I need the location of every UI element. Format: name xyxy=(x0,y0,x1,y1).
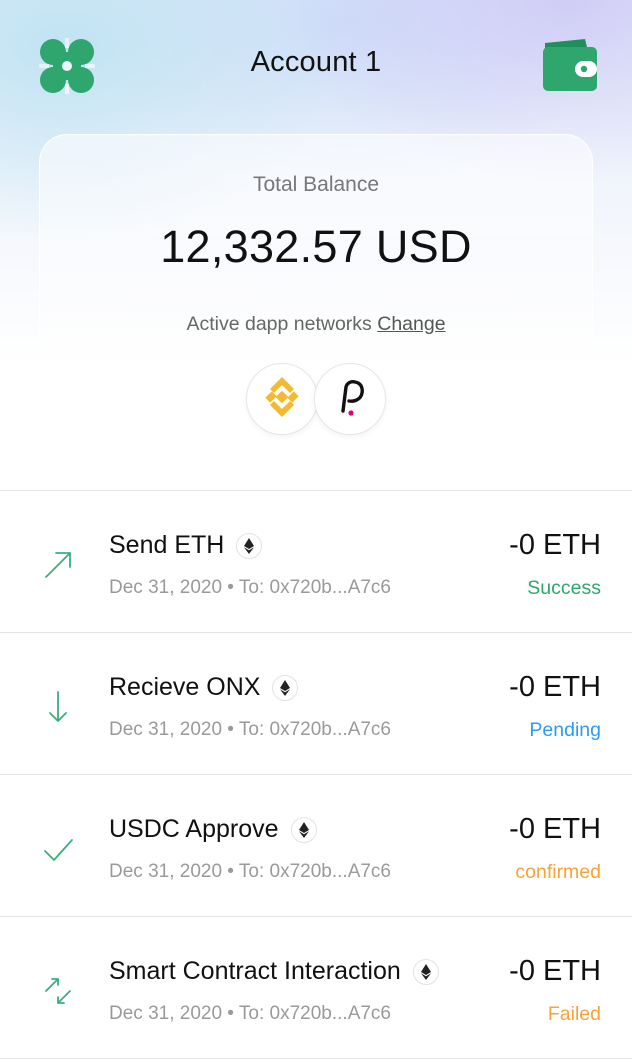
network-badge-binance[interactable] xyxy=(246,363,318,435)
transaction-row[interactable]: Recieve ONX Dec 31, 2020 • To: 0x720b...… xyxy=(0,633,632,775)
network-badge-polkadot[interactable] xyxy=(314,363,386,435)
transaction-row[interactable]: USDC Approve Dec 31, 2020 • To: 0x720b..… xyxy=(0,775,632,917)
transaction-title: Recieve ONX xyxy=(109,673,299,702)
transaction-row[interactable]: Send ETH Dec 31, 2020 • To: 0x720b...A7c… xyxy=(0,491,632,633)
transaction-row[interactable]: Smart Contract Interaction Dec 31, 2020 … xyxy=(0,917,632,1059)
transaction-title: Send ETH xyxy=(109,531,263,560)
checkmark-icon xyxy=(40,831,76,867)
account-title[interactable]: Account 1 xyxy=(0,46,632,79)
wallet-icon[interactable] xyxy=(541,37,599,93)
contract-swap-icon xyxy=(40,973,76,1009)
send-arrow-icon xyxy=(40,547,76,583)
status-confirmed: confirmed xyxy=(515,861,601,883)
transaction-amount: -0 ETH xyxy=(509,529,601,561)
transaction-amount: -0 ETH xyxy=(509,955,601,987)
transaction-meta: Dec 31, 2020 • To: 0x720b...A7c6 xyxy=(109,861,391,882)
transaction-title-text: Send ETH xyxy=(109,531,225,559)
transaction-title-text: USDC Approve xyxy=(109,815,279,843)
receive-arrow-icon xyxy=(40,689,76,725)
transaction-title: Smart Contract Interaction xyxy=(109,957,439,986)
status-success: Success xyxy=(527,577,601,599)
networks-label: Active dapp networks xyxy=(186,313,372,335)
change-networks-link[interactable]: Change xyxy=(377,313,445,335)
active-networks-line: Active dapp networks Change xyxy=(40,313,592,336)
transaction-title-text: Recieve ONX xyxy=(109,673,261,701)
ethereum-icon xyxy=(272,674,299,701)
status-pending: Pending xyxy=(529,719,601,741)
transaction-amount: -0 ETH xyxy=(509,671,601,703)
transaction-title: USDC Approve xyxy=(109,815,317,844)
transaction-list: Send ETH Dec 31, 2020 • To: 0x720b...A7c… xyxy=(0,490,632,1059)
transaction-amount: -0 ETH xyxy=(509,813,601,845)
transaction-title-text: Smart Contract Interaction xyxy=(109,957,401,985)
polkadot-icon xyxy=(330,375,370,424)
ethereum-icon xyxy=(290,816,317,843)
transaction-meta: Dec 31, 2020 • To: 0x720b...A7c6 xyxy=(109,719,391,740)
ethereum-icon xyxy=(236,532,263,559)
status-failed: Failed xyxy=(547,1003,601,1025)
balance-amount: 12,332.57 USD xyxy=(160,221,472,272)
ethereum-icon xyxy=(412,958,439,985)
balance-card: Total Balance 12,332.57 USD Active dapp … xyxy=(39,134,593,464)
transaction-meta: Dec 31, 2020 • To: 0x720b...A7c6 xyxy=(109,577,391,598)
balance-label: Total Balance xyxy=(252,173,380,196)
binance-icon xyxy=(257,372,307,427)
transaction-meta: Dec 31, 2020 • To: 0x720b...A7c6 xyxy=(109,1003,391,1024)
app-header: Account 1 xyxy=(0,0,632,130)
